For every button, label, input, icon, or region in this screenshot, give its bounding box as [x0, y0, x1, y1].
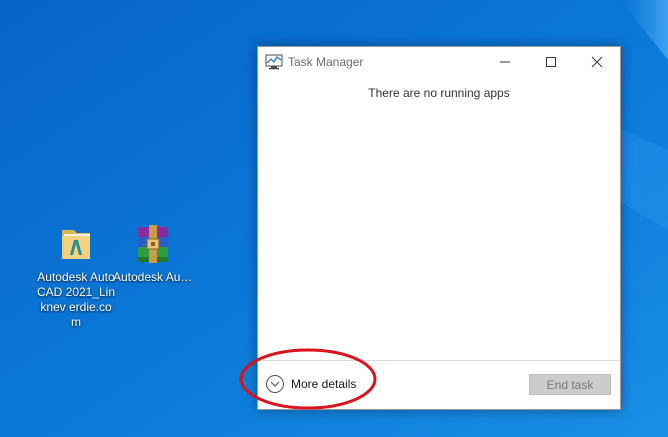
window-title: Task Manager — [288, 55, 364, 69]
maximize-button[interactable] — [528, 47, 574, 77]
desktop-icon-label: Autodesk AutoCAD 2021_Linknev erdie.com — [36, 270, 116, 329]
more-details-toggle[interactable]: More details — [265, 374, 356, 394]
minimize-icon — [500, 61, 510, 63]
no-running-apps-message: There are no running apps — [368, 86, 510, 100]
app-list-area: There are no running apps — [258, 77, 620, 360]
desktop: Autodesk AutoCAD 2021_Linknev erdie.com … — [0, 0, 668, 437]
close-icon — [591, 56, 603, 68]
chevron-down-icon — [266, 375, 284, 393]
desktop-icon-autocad-folder[interactable]: Autodesk AutoCAD 2021_Linknev erdie.com — [36, 222, 116, 330]
winrar-archive-icon — [138, 225, 168, 263]
window-footer: More details End task — [258, 360, 620, 409]
title-bar[interactable]: Task Manager — [258, 47, 620, 77]
end-task-button[interactable]: End task — [529, 374, 611, 395]
more-details-label: More details — [291, 377, 357, 391]
task-manager-window: Task Manager There are no running apps M… — [257, 46, 621, 410]
minimize-button[interactable] — [482, 47, 528, 77]
close-button[interactable] — [574, 47, 620, 77]
desktop-icon-label: Autodesk AutoCAD 2... — [113, 270, 193, 284]
task-manager-icon — [265, 54, 283, 70]
window-controls — [482, 47, 620, 77]
folder-icon — [62, 230, 90, 259]
maximize-icon — [546, 57, 556, 67]
desktop-icon-autocad-archive[interactable]: Autodesk AutoCAD 2... — [113, 222, 193, 285]
